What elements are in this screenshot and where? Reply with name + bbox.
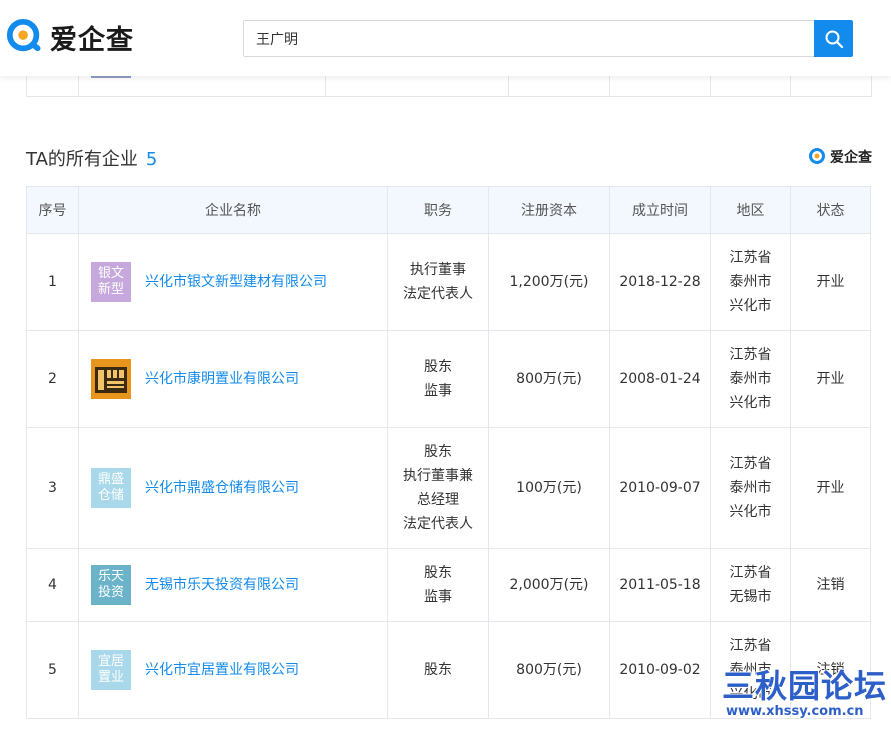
cell-region: 江苏省 泰州市 兴化市 xyxy=(710,233,791,331)
search-icon xyxy=(825,30,843,48)
aiqicha-logo-icon xyxy=(809,148,825,164)
company-name-link[interactable]: 无锡市乐天投资有限公司 xyxy=(145,573,299,597)
cell-role: 股东 监事 xyxy=(387,548,489,622)
logo-text: 爱企查 xyxy=(50,24,134,56)
cell-role: 执行董事 法定代表人 xyxy=(387,233,489,331)
cell-index: 1 xyxy=(26,233,79,331)
header-region: 地区 xyxy=(710,186,791,234)
company-name-link[interactable]: 兴化市银文新型建材有限公司 xyxy=(145,270,327,294)
cell-role: 股东 xyxy=(387,621,489,719)
cell-index: 3 xyxy=(26,427,79,549)
cell-index: 2 xyxy=(26,330,79,428)
header-founded: 成立时间 xyxy=(609,186,711,234)
brand-badge-text: 爱企查 xyxy=(830,150,872,166)
watermark-url: www.xhssy.com.cn xyxy=(726,704,864,719)
enterprise-table: 序号 企业名称 职务 注册资本 成立时间 地区 状态 1 银文 新型 兴化市银文… xyxy=(26,186,871,719)
company-logo[interactable]: 宜居 置业 xyxy=(91,650,131,690)
cell-index: 5 xyxy=(26,621,79,719)
cell-founded-date: 2008-01-24 xyxy=(609,330,711,428)
cell-founded-date: 2010-09-02 xyxy=(609,621,711,719)
cell-company-name: 乐天 投资 无锡市乐天投资有限公司 xyxy=(78,548,388,622)
cell-company-name: 宜居 置业 兴化市宜居置业有限公司 xyxy=(78,621,388,719)
cell-region: 江苏省 无锡市 xyxy=(710,548,791,622)
company-logo-text: 宜居 置业 xyxy=(97,654,124,685)
app-logo[interactable]: 爱企查 xyxy=(6,16,134,58)
company-logo[interactable] xyxy=(91,359,131,399)
cell-founded-date: 2010-09-07 xyxy=(609,427,711,549)
search-button[interactable] xyxy=(814,20,853,57)
company-name-link[interactable]: 兴化市鼎盛仓储有限公司 xyxy=(145,476,299,500)
table-row: 4 乐天 投资 无锡市乐天投资有限公司 股东 监事 2,000万(元) 2011… xyxy=(26,548,871,622)
cell-region: 江苏省 泰州市 兴化市 xyxy=(710,330,791,428)
aiqicha-logo-icon xyxy=(6,18,41,52)
section-title-text: TA的所有企业 xyxy=(26,149,138,170)
cell-region: 江苏省 泰州市 兴化市 xyxy=(710,427,791,549)
cell-index: 4 xyxy=(26,548,79,622)
enterprise-count: 5 xyxy=(145,149,158,170)
company-logo[interactable]: 鼎盛 仓储 xyxy=(91,468,131,508)
company-name-link[interactable]: 兴化市宜居置业有限公司 xyxy=(145,658,299,682)
header-company-name: 企业名称 xyxy=(78,186,388,234)
table-header-row: 序号 企业名称 职务 注册资本 成立时间 地区 状态 xyxy=(26,186,871,234)
cell-capital: 800万(元) xyxy=(488,621,610,719)
cell-status: 开业 xyxy=(790,427,871,549)
company-name-link[interactable]: 兴化市康明置业有限公司 xyxy=(145,367,299,391)
brand-badge: 爱企查 xyxy=(808,147,872,167)
cell-capital: 800万(元) xyxy=(488,330,610,428)
header-status: 状态 xyxy=(790,186,871,234)
section-title: TA的所有企业 5 xyxy=(26,145,157,171)
cell-founded-date: 2011-05-18 xyxy=(609,548,711,622)
header-capital: 注册资本 xyxy=(488,186,610,234)
watermark: 三秋园论坛 www.xhssy.com.cn xyxy=(722,668,891,734)
search-input[interactable] xyxy=(243,20,814,57)
cell-status: 开业 xyxy=(790,330,871,428)
cell-status: 开业 xyxy=(790,233,871,331)
company-logo[interactable]: 银文 新型 xyxy=(91,262,131,302)
cell-role: 股东 监事 xyxy=(387,330,489,428)
watermark-title: 三秋园论坛 xyxy=(722,667,888,705)
building-logo-icon xyxy=(91,359,131,399)
cell-company-name: 鼎盛 仓储 兴化市鼎盛仓储有限公司 xyxy=(78,427,388,549)
company-logo-text: 鼎盛 仓储 xyxy=(97,472,124,503)
header-index: 序号 xyxy=(26,186,79,234)
cell-founded-date: 2018-12-28 xyxy=(609,233,711,331)
table-row: 1 银文 新型 兴化市银文新型建材有限公司 执行董事 法定代表人 1,200万(… xyxy=(26,233,871,331)
cell-role: 股东 执行董事兼 总经理 法定代表人 xyxy=(387,427,489,549)
cell-company-name: 银文 新型 兴化市银文新型建材有限公司 xyxy=(78,233,388,331)
table-row: 2 兴化市康明置业有限公司 股东 监事 800万(元) 2008-01-24 江… xyxy=(26,330,871,428)
company-logo-text: 银文 新型 xyxy=(97,266,124,297)
cell-company-name: 兴化市康明置业有限公司 xyxy=(78,330,388,428)
search-bar xyxy=(243,20,853,57)
header-role: 职务 xyxy=(387,186,489,234)
top-header: 爱企查 xyxy=(0,0,891,76)
cell-status: 注销 xyxy=(790,548,871,622)
cell-capital: 100万(元) xyxy=(488,427,610,549)
table-row: 3 鼎盛 仓储 兴化市鼎盛仓储有限公司 股东 执行董事兼 总经理 法定代表人 1… xyxy=(26,427,871,549)
cell-capital: 1,200万(元) xyxy=(488,233,610,331)
company-logo[interactable]: 乐天 投资 xyxy=(91,565,131,605)
cell-capital: 2,000万(元) xyxy=(488,548,610,622)
company-logo-text: 乐天 投资 xyxy=(97,569,124,600)
